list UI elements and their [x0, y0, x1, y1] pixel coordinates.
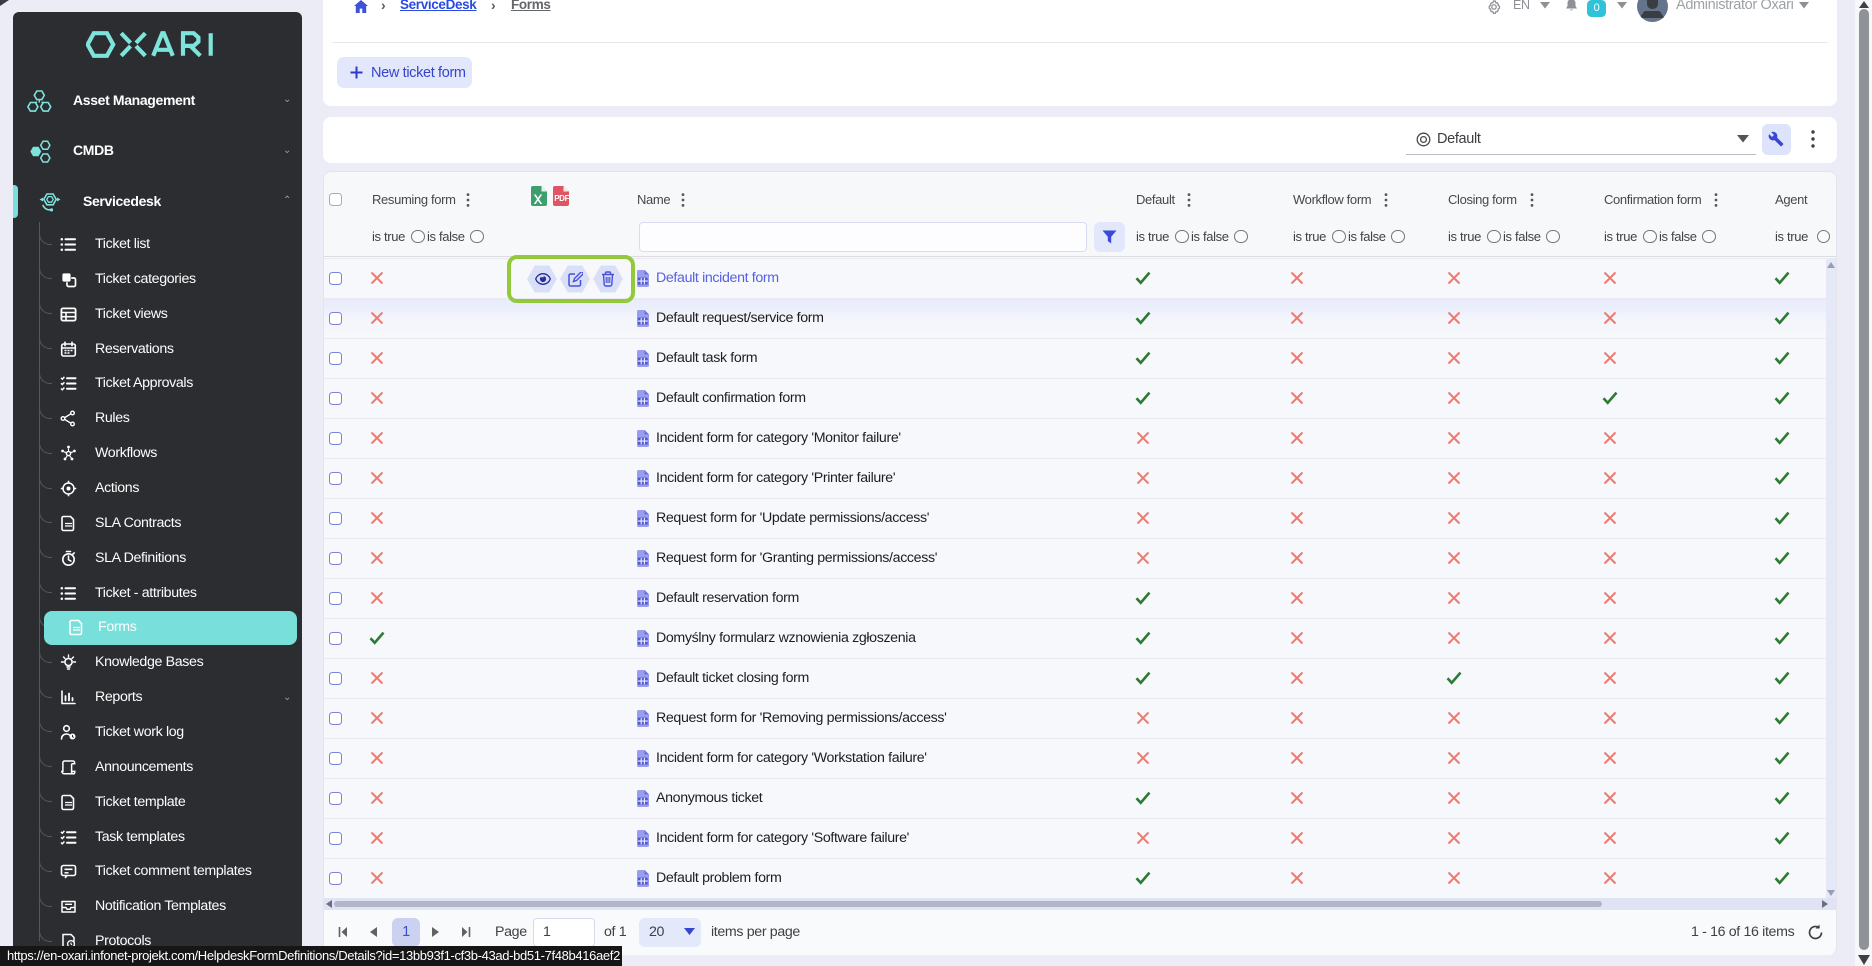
svg-text:PDF: PDF: [554, 194, 569, 203]
